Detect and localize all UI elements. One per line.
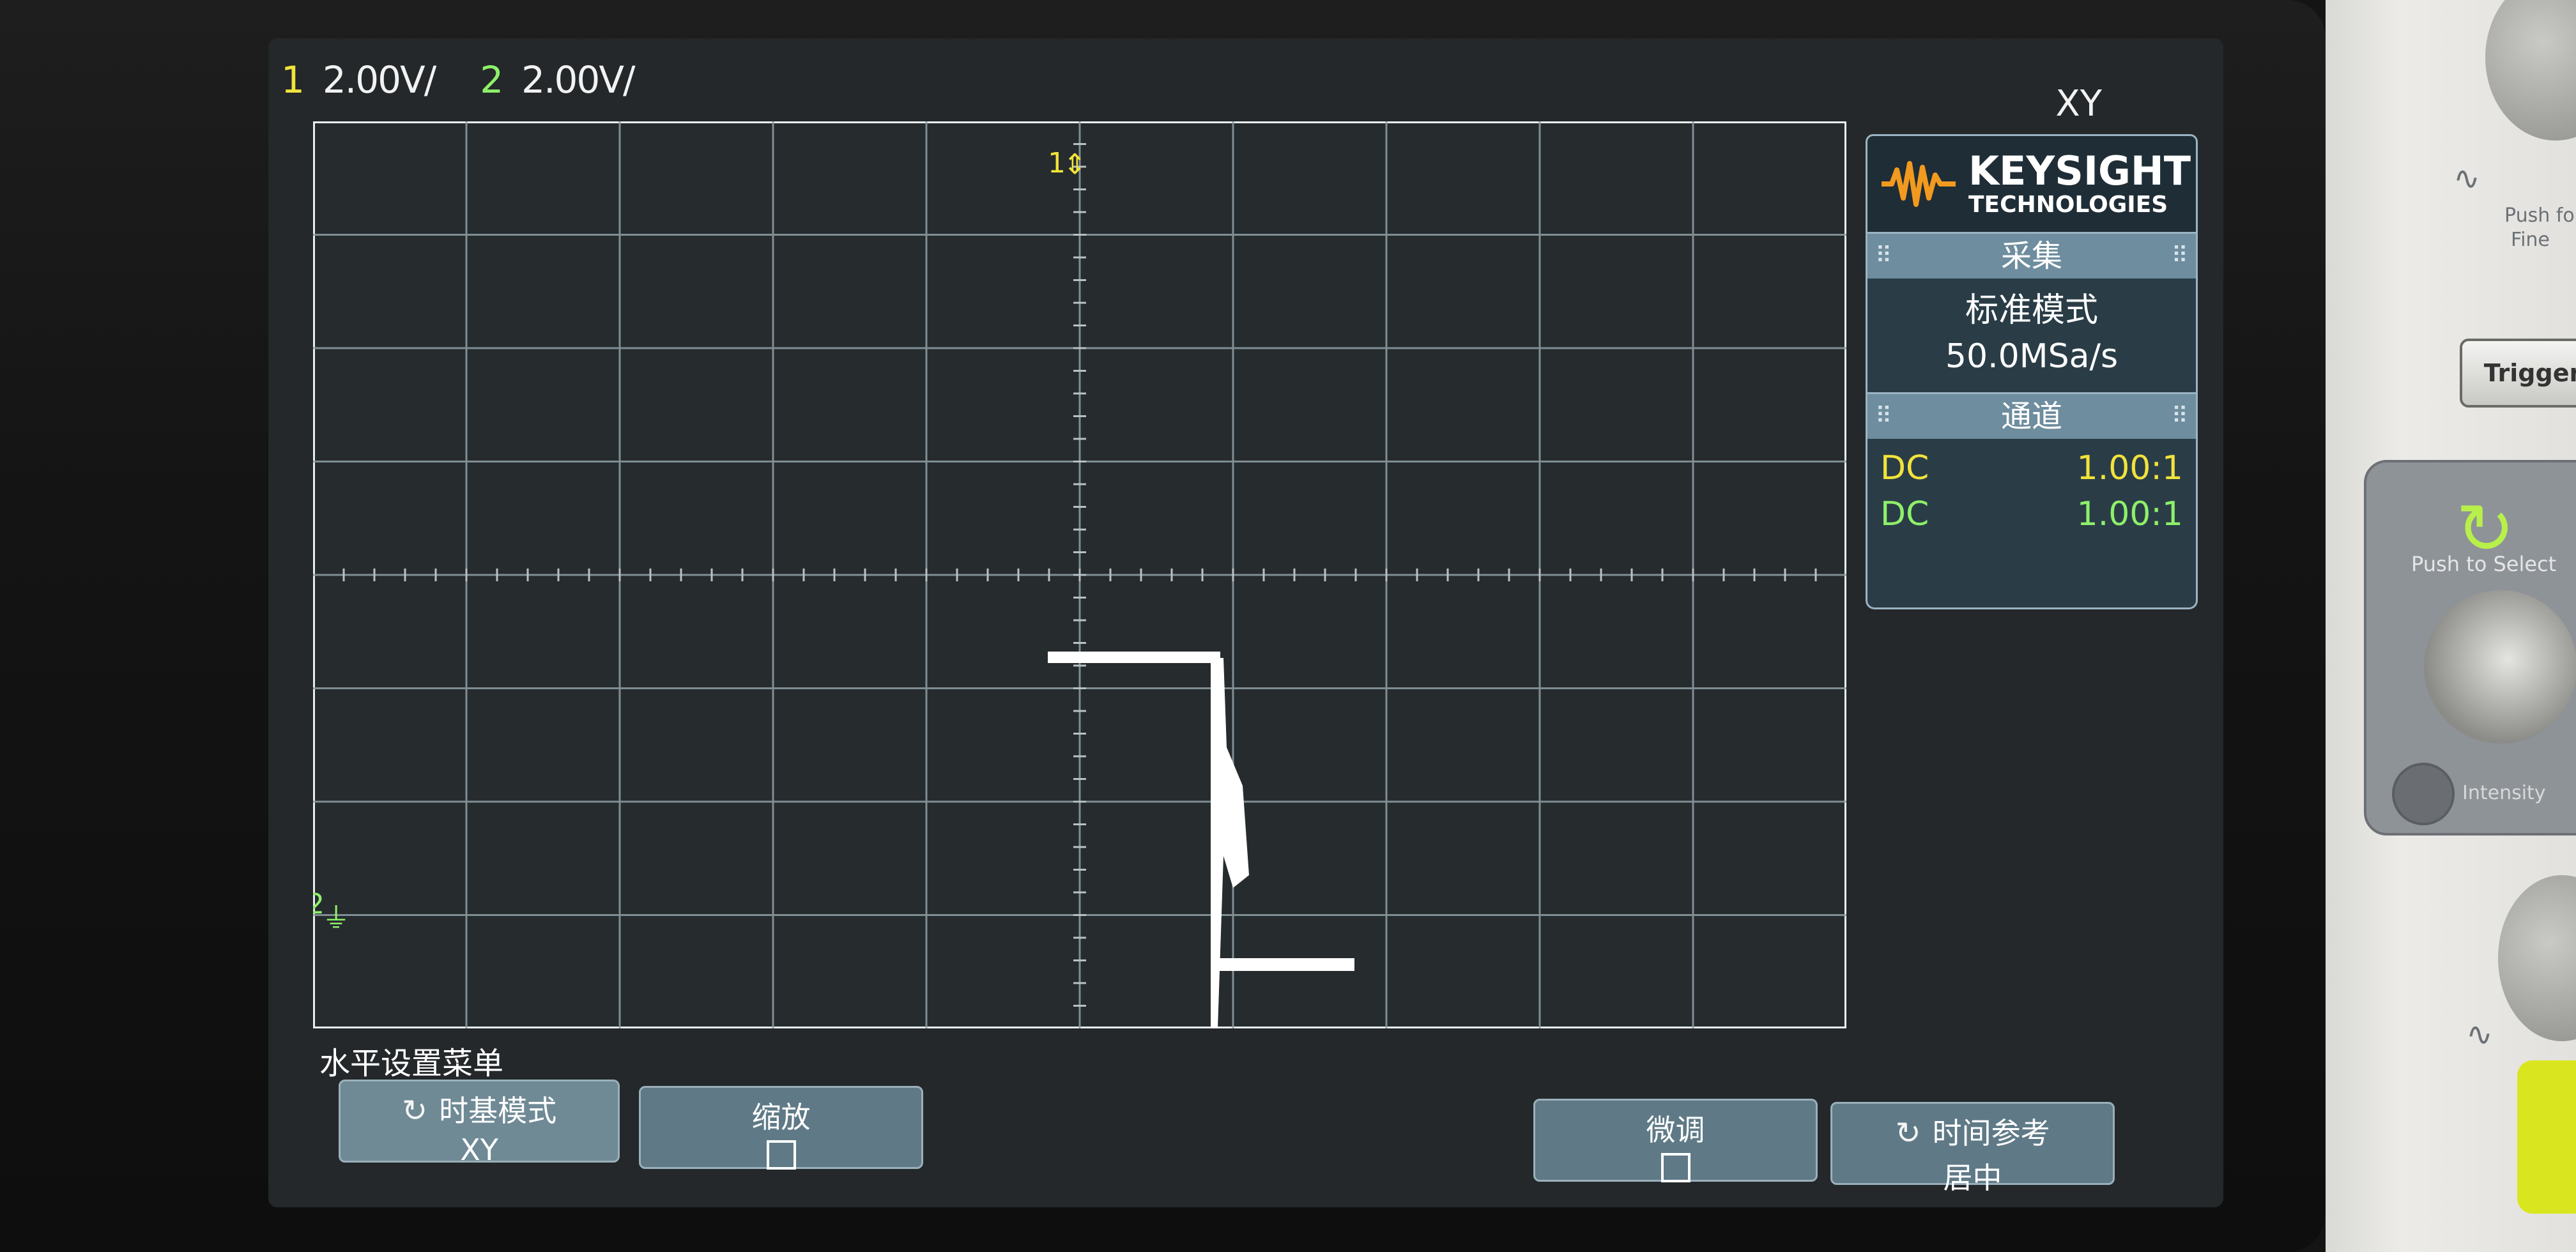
grip-icon: ⠿ (1875, 243, 1892, 269)
acquire-mode: 标准模式 (1965, 291, 2098, 330)
entry-knob-panel: ↻ Push to Select Intensity (2364, 460, 2576, 836)
channel-button[interactable] (2517, 1060, 2576, 1214)
channel-1-number: 1 (281, 58, 305, 102)
channel-2-probe: 1.00:1 (2076, 495, 2183, 533)
channel-1-scale: 2.00V/ (322, 58, 436, 102)
rotate-knob-icon: ↻ (1895, 1115, 1921, 1151)
softkey-time-reference-label: 时间参考 (1932, 1116, 2050, 1150)
zoom-checkbox[interactable] (766, 1140, 796, 1170)
softkey-fine-label: 微调 (1646, 1113, 1705, 1147)
push-to-select-label: Push to Select (2411, 552, 2557, 576)
channel-1-probe: 1.00:1 (2076, 449, 2183, 487)
softkey-time-reference-value: 居中 (1943, 1161, 2002, 1195)
logo-line-1: KEYSIGHT (1968, 148, 2191, 194)
trace-upper-segment (1048, 652, 1220, 663)
softkey-time-reference[interactable]: ↻ 时间参考 居中 (1830, 1102, 2115, 1195)
graticule: 1 ⇕ 2 ⏚ (313, 121, 1846, 1028)
entry-knob[interactable] (2424, 590, 2576, 744)
grip-icon: ⠿ (2171, 403, 2188, 429)
keysight-logo: KEYSIGHT TECHNOLOGIES (1866, 134, 2198, 234)
push-fine-label: Push fo (2504, 204, 2575, 227)
trigger-button[interactable]: Trigger (2460, 339, 2576, 408)
display-mode-label: XY (2055, 83, 2102, 125)
softkey-time-mode[interactable]: ↻ 时基模式 XY (339, 1080, 620, 1167)
sine-icon: ∿ (2453, 160, 2480, 197)
trace-lower-segment (1211, 958, 1354, 971)
acquire-panel: ⠿ 采集 ⠿ 标准模式 50.0MSa/s (1866, 234, 2198, 394)
fine-checkbox[interactable] (1660, 1153, 1690, 1182)
keysight-wave-icon (1882, 161, 1956, 207)
softkey-fine[interactable]: 微调 (1533, 1099, 1818, 1182)
lower-knob[interactable] (2498, 875, 2576, 1041)
acquire-header: 采集 (2000, 238, 2062, 274)
softkey-zoom[interactable]: 缩放 (639, 1086, 923, 1170)
grip-icon: ⠿ (1875, 403, 1892, 429)
channel-2-scale: 2.00V/ (521, 58, 635, 102)
channel-2-row: DC 1.00:1 (1867, 491, 2196, 537)
softkey-zoom-label: 缩放 (751, 1100, 811, 1134)
intensity-button[interactable] (2392, 763, 2455, 825)
status-bar: 1 2.00V/ 2 2.00V/ (281, 51, 2134, 109)
channels-header: 通道 (2000, 399, 2062, 434)
softkey-time-mode-value: XY (460, 1133, 498, 1167)
channel-1-row: DC 1.00:1 (1867, 445, 2196, 491)
rotate-knob-icon: ↻ (401, 1093, 428, 1129)
channel-2-number: 2 (480, 58, 503, 102)
oscilloscope-screen: 1 2.00V/ 2 2.00V/ XY 1 ⇕ 2 ⏚ KEYSIGHT TE… (268, 38, 2223, 1207)
side-info-panel: KEYSIGHT TECHNOLOGIES ⠿ 采集 ⠿ 标准模式 50.0MS… (1866, 134, 2198, 609)
channel-2-coupling: DC (1880, 495, 1929, 533)
intensity-label: Intensity (2462, 782, 2546, 804)
softkey-time-mode-label: 时基模式 (439, 1094, 557, 1128)
fine-label: Fine (2511, 229, 2550, 251)
channel-1-marker: 1 ⇕ (1048, 147, 1087, 181)
logo-line-2: TECHNOLOGIES (1968, 192, 2168, 218)
ground-icon: ⏚ (322, 902, 350, 935)
grip-icon: ⠿ (2171, 243, 2188, 269)
sine-icon: ∿ (2466, 1016, 2493, 1053)
channel-1-coupling: DC (1880, 449, 1929, 487)
arrow-updown-icon: ⇕ (1063, 148, 1087, 181)
sample-rate: 50.0MSa/s (1945, 337, 2119, 376)
hardware-control-panel: ∿ Push fo Fine Trigger ↻ Push to Select … (2326, 0, 2576, 1252)
menu-title: 水平设置菜单 (319, 1046, 504, 1081)
channels-panel: ⠿ 通道 ⠿ DC 1.00:1 DC 1.00:1 (1866, 394, 2198, 609)
horizontal-knob[interactable] (2485, 0, 2576, 141)
